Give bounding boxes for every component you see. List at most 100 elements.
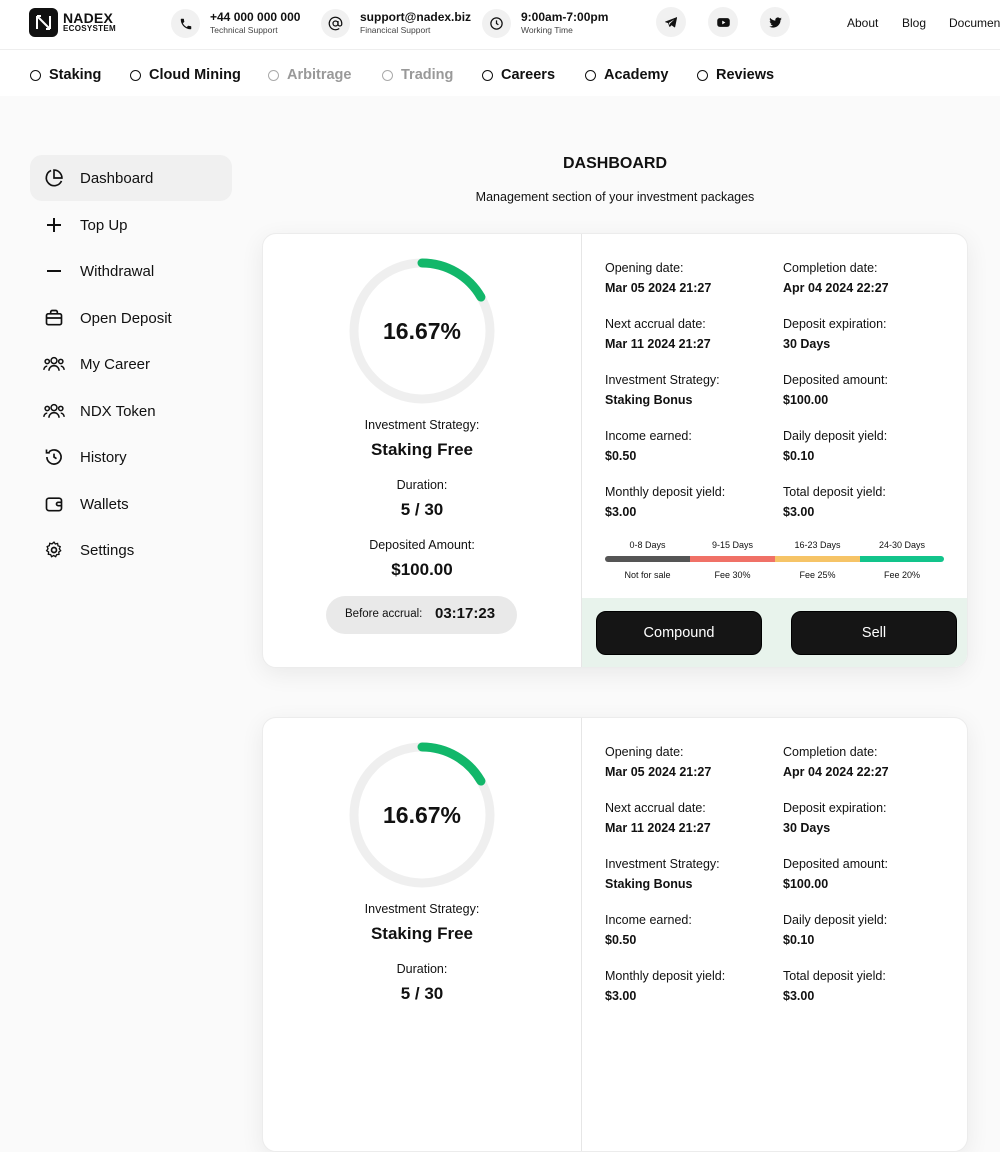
sidebar-item-open-deposit[interactable]: Open Deposit <box>30 295 232 341</box>
field-value: Staking Bonus <box>605 393 693 407</box>
field-value: Staking Bonus <box>605 877 693 891</box>
radio-icon <box>697 69 708 81</box>
deposit-summary: 16.67% Investment Strategy: Staking Free… <box>263 234 581 667</box>
opening-date: Opening date: Mar 05 2024 21:27 <box>605 260 780 296</box>
fee-schedule: 0-8 Days Not for sale 9-15 Days Fee 30% … <box>605 540 944 580</box>
document-link[interactable]: Document <box>949 16 1000 30</box>
sidebar-item-ndx-token[interactable]: NDX Token <box>30 388 232 434</box>
fee-range: 24-30 Days <box>878 540 926 550</box>
nav-label: Trading <box>401 67 454 83</box>
deposited-value: $100.00 <box>391 560 453 579</box>
radio-icon <box>382 69 393 81</box>
opening-date: Opening date: Mar 05 2024 21:27 <box>605 744 780 780</box>
strategy-label: Investment Strategy: <box>364 902 480 916</box>
nav-cloud-mining[interactable]: Cloud Mining <box>130 66 241 84</box>
income-earned: Income earned: $0.50 <box>605 428 780 464</box>
sidebar-item-history[interactable]: History <box>30 434 232 480</box>
gear-icon <box>42 538 66 562</box>
sidebar-item-wallets[interactable]: Wallets <box>30 481 232 527</box>
field-label: Income earned: <box>605 429 692 443</box>
nav-reviews[interactable]: Reviews <box>697 66 774 84</box>
at-icon <box>321 9 350 38</box>
fee-bar <box>690 556 775 562</box>
nav-label: Staking <box>49 67 102 83</box>
hours-caption: Working Time <box>521 25 573 35</box>
deposit-card: 16.67% Investment Strategy: Staking Free… <box>262 717 968 1152</box>
sidebar-item-withdrawal[interactable]: Withdrawal <box>30 248 232 294</box>
field-label: Investment Strategy: <box>605 373 720 387</box>
sidebar-item-label: NDX Token <box>80 402 156 420</box>
radio-icon <box>30 69 41 81</box>
sidebar-item-label: Withdrawal <box>80 262 155 280</box>
field-label: Next accrual date: <box>605 317 706 331</box>
fee-bar <box>860 556 944 562</box>
progress-ring: 16.67% <box>347 256 497 406</box>
field-label: Opening date: <box>605 261 684 275</box>
sidebar-item-label: Settings <box>80 541 135 559</box>
field-label: Total deposit yield: <box>783 485 886 499</box>
sidebar-item-my-career[interactable]: My Career <box>30 341 232 387</box>
fee-range: 0-8 Days <box>629 540 666 550</box>
logo-icon[interactable] <box>29 8 58 37</box>
nav-careers[interactable]: Careers <box>482 66 555 84</box>
deposit-expiration: Deposit expiration: 30 Days <box>783 800 958 836</box>
progress-percent: 16.67% <box>382 317 461 344</box>
brand-sub: ECOSYSTEM <box>63 24 116 33</box>
field-label: Deposit expiration: <box>783 317 887 331</box>
field-value: $0.10 <box>783 449 815 463</box>
deposit-details: Opening date: Mar 05 2024 21:27 Completio… <box>581 718 967 1151</box>
deposit-card: 16.67% Investment Strategy: Staking Free… <box>262 233 968 668</box>
deposit-details: Opening date: Mar 05 2024 21:27 Completio… <box>581 234 967 667</box>
field-value: $0.50 <box>605 933 637 947</box>
phone-caption: Technical Support <box>210 25 278 35</box>
field-value: $3.00 <box>605 505 637 519</box>
field-label: Deposited amount: <box>783 857 888 871</box>
income-earned: Income earned: $0.50 <box>605 912 780 948</box>
fee-text: Not for sale <box>624 570 671 580</box>
field-value: $100.00 <box>783 877 829 891</box>
accrual-time: 03:17:23 <box>435 605 496 622</box>
twitter-icon[interactable] <box>760 7 790 37</box>
about-link[interactable]: About <box>847 16 878 30</box>
monthly-yield: Monthly deposit yield: $3.00 <box>605 484 780 520</box>
sidebar-item-settings[interactable]: Settings <box>30 527 232 573</box>
total-yield: Total deposit yield: $3.00 <box>783 484 958 520</box>
blog-link[interactable]: Blog <box>902 16 926 30</box>
pie-chart-icon <box>42 166 66 190</box>
minus-icon <box>42 259 66 283</box>
deposited-amount: Deposited amount: $100.00 <box>783 372 958 408</box>
duration-value: 5 / 30 <box>400 984 444 1003</box>
field-label: Deposit expiration: <box>783 801 887 815</box>
strategy-value: Staking Free <box>370 924 474 943</box>
field-value: 30 Days <box>783 337 831 351</box>
field-label: Completion date: <box>783 261 878 275</box>
compound-button[interactable]: Compound <box>596 611 762 655</box>
field-value: Apr 04 2024 22:27 <box>783 281 889 295</box>
telegram-icon[interactable] <box>656 7 686 37</box>
nav-label: Arbitrage <box>287 67 352 83</box>
fee-text: Fee 25% <box>799 570 836 580</box>
fee-bar <box>775 556 860 562</box>
deposited-label: Deposited Amount: <box>369 538 475 552</box>
accrual-timer: Before accrual: 03:17:23 <box>326 596 517 634</box>
sidebar-item-top-up[interactable]: Top Up <box>30 202 232 248</box>
deposit-expiration: Deposit expiration: 30 Days <box>783 316 958 352</box>
field-value: Mar 05 2024 21:27 <box>605 281 712 295</box>
radio-icon <box>268 69 279 81</box>
sidebar-item-dashboard[interactable]: Dashboard <box>30 155 232 201</box>
youtube-icon[interactable] <box>708 7 738 37</box>
sell-button[interactable]: Sell <box>791 611 957 655</box>
deposit-summary: 16.67% Investment Strategy: Staking Free… <box>263 718 581 1151</box>
field-value: Mar 05 2024 21:27 <box>605 765 712 779</box>
sidebar-item-label: My Career <box>80 355 151 373</box>
nav-label: Reviews <box>716 67 775 83</box>
nav-academy[interactable]: Academy <box>585 66 668 84</box>
nav-staking[interactable]: Staking <box>30 66 101 84</box>
sidebar-item-label: Open Deposit <box>80 309 172 327</box>
plus-icon <box>42 213 66 237</box>
fee-text: Fee 30% <box>714 570 751 580</box>
completion-date: Completion date: Apr 04 2024 22:27 <box>783 260 958 296</box>
page-subtitle: Management section of your investment pa… <box>475 190 755 204</box>
progress-ring: 16.67% <box>347 740 497 890</box>
phone-number: +44 000 000 000 <box>210 10 301 24</box>
